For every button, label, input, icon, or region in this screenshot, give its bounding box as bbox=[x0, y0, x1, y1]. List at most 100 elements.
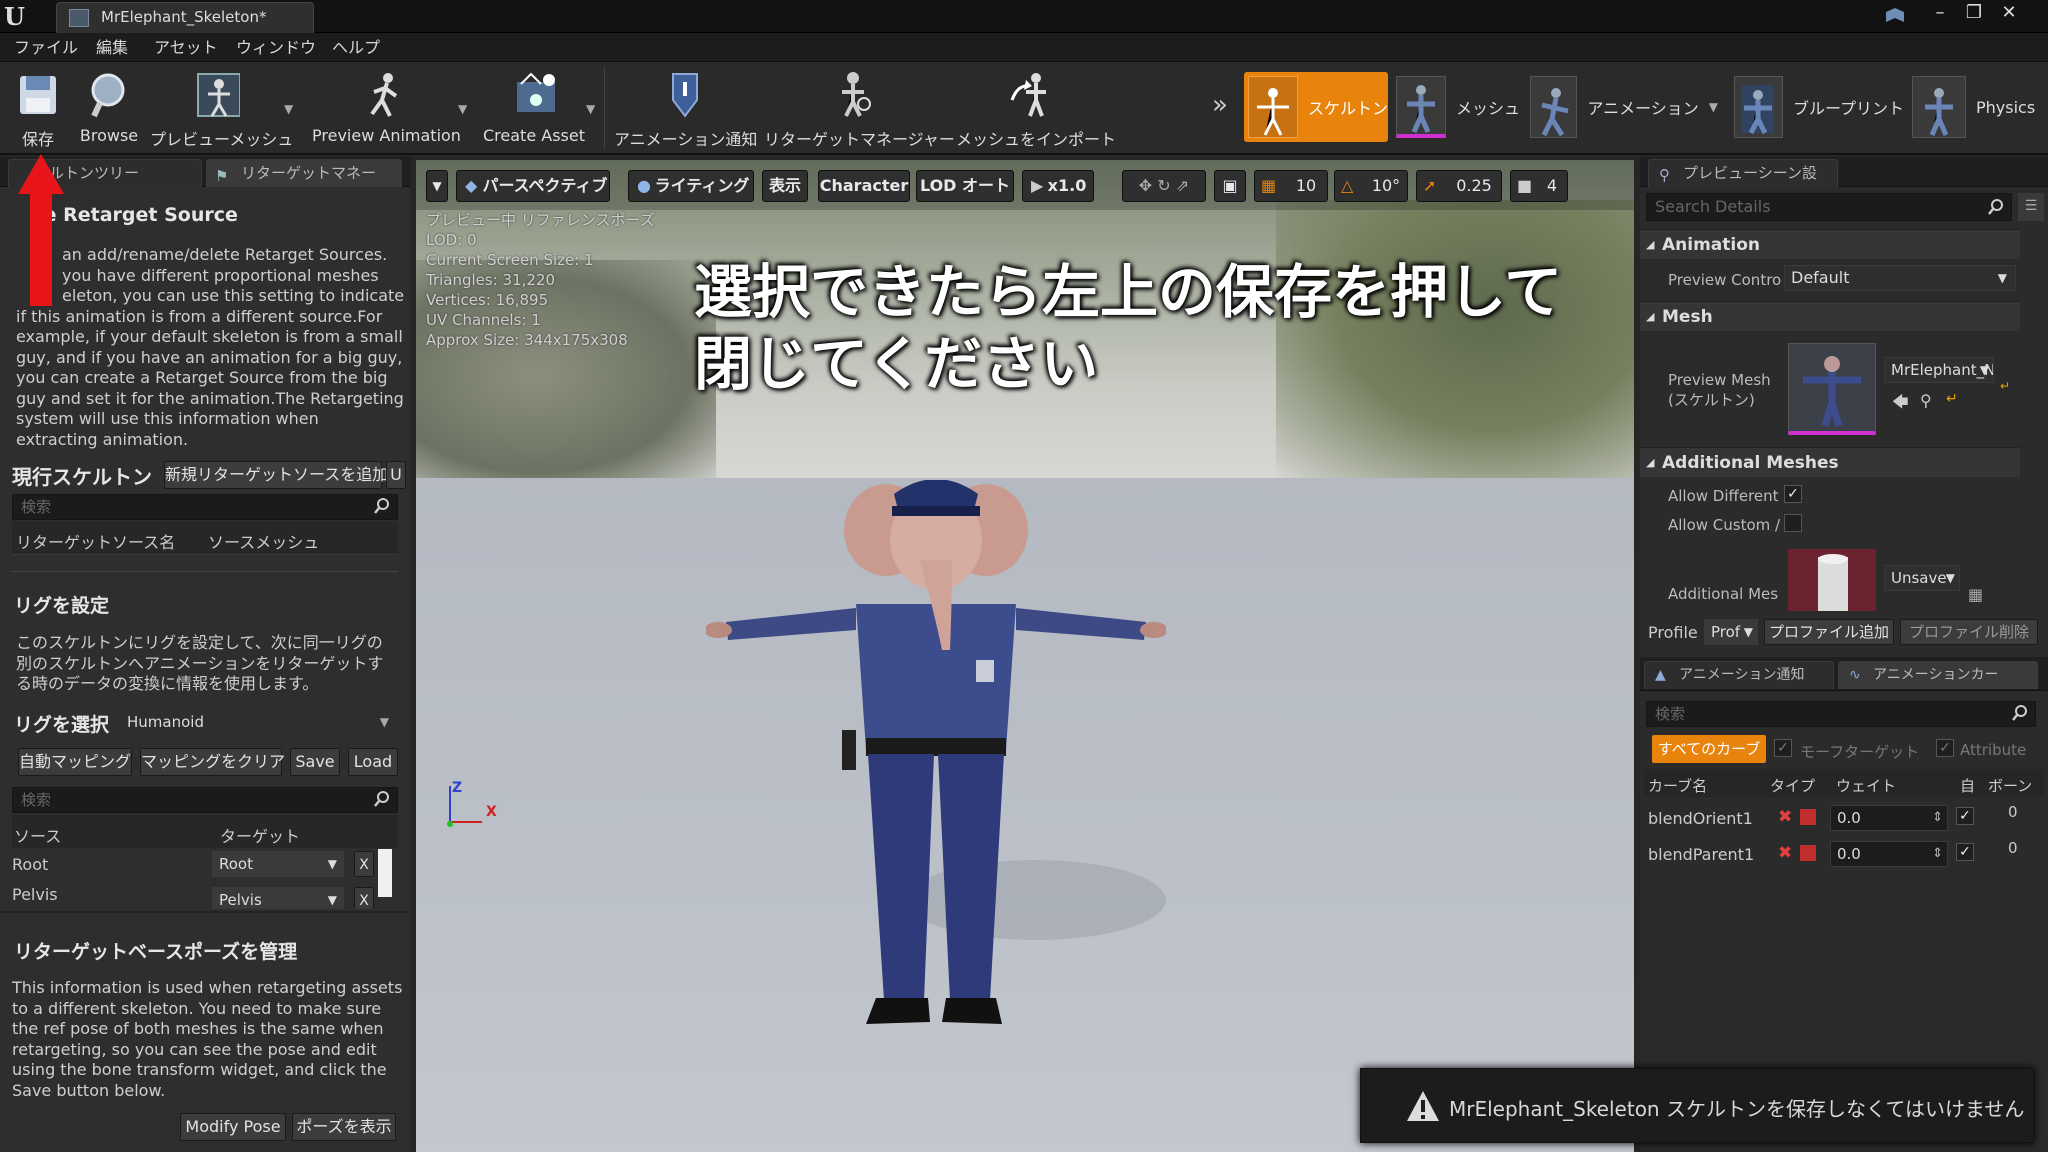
minimize-icon[interactable]: – bbox=[1926, 2, 1954, 26]
restore-icon[interactable]: ❐ bbox=[1960, 2, 1988, 26]
curve-search-input[interactable]: 検索 bbox=[1646, 701, 2036, 727]
title-bar: U MrElephant_Skeleton* – ❐ ✕ bbox=[0, 0, 2048, 33]
show-button[interactable]: 表示 bbox=[762, 170, 808, 202]
bone-search-input[interactable]: 検索 bbox=[12, 787, 398, 813]
mode-animation-button[interactable]: アニメーション ▼ bbox=[1530, 72, 1718, 142]
transform-mode-group[interactable]: ✥ ↻ ⇗ bbox=[1122, 170, 1206, 202]
menu-edit[interactable]: 編集 bbox=[96, 33, 128, 62]
menu-help[interactable]: ヘルプ bbox=[332, 33, 380, 62]
asset-tab[interactable]: MrElephant_Skeleton* bbox=[56, 2, 314, 33]
bone-count: 0 bbox=[2008, 839, 2018, 857]
mode-mesh-button[interactable]: メッシュ bbox=[1396, 72, 1520, 142]
category-animation[interactable]: ◢ Animation bbox=[1640, 229, 2020, 259]
scrollbar-thumb[interactable] bbox=[378, 849, 392, 897]
morph-type-icon: ✖ bbox=[1778, 807, 1793, 827]
details-search-input[interactable]: Search Details bbox=[1646, 193, 2012, 221]
world-local-toggle-icon[interactable]: ▣ bbox=[1214, 170, 1246, 202]
table-row[interactable]: blendParent1 ✖ 0.0 ⇕ ✓ 0 bbox=[1644, 837, 2044, 871]
mode-skeleton-button[interactable]: スケルトン bbox=[1244, 72, 1388, 142]
save-small-icon[interactable]: ▦ bbox=[1968, 585, 1983, 604]
modify-pose-button[interactable]: Modify Pose bbox=[180, 1113, 286, 1141]
viewport[interactable]: ▼ ◆ パースペクティブ ● ライティング 表示 Character LOD オ… bbox=[416, 160, 1634, 1152]
clear-mapping-button[interactable]: マッピングをクリア bbox=[140, 748, 285, 776]
bone-target-select[interactable]: Root ▼ bbox=[212, 851, 344, 877]
playback-speed-button[interactable]: ▶ x1.0 bbox=[1022, 170, 1094, 202]
reset-to-default-icon[interactable]: ↵ bbox=[2000, 379, 2010, 393]
show-pose-button[interactable]: ポーズを表示 bbox=[292, 1113, 396, 1141]
viewport-stat: UV Channels: 1 bbox=[426, 311, 541, 329]
reset-yellow-arrow-icon[interactable]: ↵ bbox=[1946, 391, 1958, 407]
filter-morph-checkbox[interactable]: ✓ bbox=[1774, 739, 1792, 757]
perspective-button[interactable]: ◆ パースペクティブ bbox=[456, 170, 610, 202]
filter-all-curves-button[interactable]: すべてのカーブ bbox=[1652, 735, 1766, 763]
retarget-manager-button[interactable]: リターゲットマネージャー bbox=[764, 62, 955, 155]
import-mesh-button[interactable]: メッシュをインポート bbox=[956, 62, 1116, 155]
clear-target-button[interactable]: X bbox=[354, 887, 374, 909]
use-selected-arrow-icon[interactable]: 🡄 bbox=[1892, 391, 1909, 418]
allow-custom-checkbox[interactable] bbox=[1784, 514, 1802, 532]
bookmark-icon[interactable] bbox=[1884, 6, 1906, 26]
preview-controller-select[interactable]: Default ▼ bbox=[1784, 265, 2016, 291]
auto-checkbox[interactable]: ✓ bbox=[1956, 807, 1974, 825]
browse-button[interactable]: Browse bbox=[76, 62, 142, 155]
bone-source: Pelvis bbox=[12, 885, 58, 904]
camera-speed-button[interactable]: ■ 4 bbox=[1510, 170, 1568, 202]
u-button[interactable]: U bbox=[386, 461, 406, 489]
menu-file[interactable]: ファイル bbox=[14, 33, 78, 62]
tab-preview-scene[interactable]: ⚲ プレビューシーン設 bbox=[1648, 159, 1838, 187]
preview-mesh-button[interactable]: プレビューメッシュ bbox=[150, 62, 293, 155]
mode-physics-button[interactable]: Physics bbox=[1912, 72, 2042, 142]
add-retarget-source-button[interactable]: 新規リターゲットソースを追加 bbox=[164, 461, 388, 489]
close-icon[interactable]: ✕ bbox=[1995, 2, 2023, 26]
rig-setup-line: る時のデータの変換に情報を使用します。 bbox=[16, 674, 319, 693]
grid-snap-button[interactable]: ▦ 10 bbox=[1254, 170, 1328, 202]
rig-select[interactable]: Humanoid ▼ bbox=[120, 709, 396, 735]
menu-asset[interactable]: アセット bbox=[154, 33, 218, 62]
preview-mesh-select[interactable]: MrElephant_N ▼ bbox=[1884, 357, 1994, 383]
rig-save-button[interactable]: Save bbox=[290, 748, 340, 776]
create-asset-button[interactable]: Create Asset bbox=[480, 62, 588, 155]
tab-anim-curves[interactable]: ∿ アニメーションカー bbox=[1838, 661, 2038, 689]
category-mesh[interactable]: ◢ Mesh bbox=[1640, 301, 2020, 331]
overflow-chevron-icon[interactable]: » bbox=[1212, 90, 1228, 120]
preview-animation-dropdown-icon[interactable]: ▼ bbox=[458, 102, 467, 116]
allow-different-checkbox[interactable]: ✓ bbox=[1784, 485, 1802, 503]
clear-target-button[interactable]: X bbox=[354, 851, 374, 877]
rotation-snap-button[interactable]: △ 10° bbox=[1334, 170, 1408, 202]
preview-mesh-dropdown-icon[interactable]: ▼ bbox=[284, 102, 293, 116]
preview-mesh-thumbnail[interactable] bbox=[1788, 343, 1876, 435]
bone-target-select[interactable]: Pelvis ▼ bbox=[212, 887, 344, 909]
view-options-icon[interactable]: ☰ bbox=[2018, 193, 2044, 221]
preview-animation-button[interactable]: Preview Animation bbox=[312, 62, 461, 155]
weight-input[interactable]: 0.0 ⇕ bbox=[1830, 805, 1948, 831]
additional-mesh-thumbnail[interactable] bbox=[1788, 549, 1876, 611]
delete-profile-button[interactable]: プロファイル削除 bbox=[1900, 619, 2038, 645]
viewport-options-dropdown[interactable]: ▼ bbox=[426, 170, 448, 202]
tab-retarget-manager[interactable]: ⚑ リターゲットマネー bbox=[206, 159, 402, 187]
tab-anim-notify[interactable]: ▲ アニメーション通知 bbox=[1644, 661, 1834, 689]
filter-attribute-checkbox[interactable]: ✓ bbox=[1936, 739, 1954, 757]
auto-mapping-button[interactable]: 自動マッピング bbox=[18, 748, 132, 776]
profile-select[interactable]: Prof ▼ bbox=[1704, 619, 1758, 645]
table-row[interactable]: blendOrient1 ✖ 0.0 ⇕ ✓ 0 bbox=[1644, 801, 2044, 835]
rig-load-button[interactable]: Load bbox=[348, 748, 398, 776]
add-profile-button[interactable]: プロファイル追加 bbox=[1764, 619, 1894, 645]
lod-auto-button[interactable]: LOD オート bbox=[916, 170, 1014, 202]
create-asset-dropdown-icon[interactable]: ▼ bbox=[586, 102, 595, 116]
col-auto: 自 bbox=[1960, 777, 1976, 795]
lighting-button[interactable]: ● ライティング bbox=[628, 170, 754, 202]
mode-blueprint-button[interactable]: ブループリント bbox=[1734, 72, 1904, 142]
anim-notify-button[interactable]: アニメーション通知 bbox=[614, 62, 757, 155]
browse-magnifier-icon[interactable]: ⚲ bbox=[1920, 391, 1932, 410]
mode-animation-dropdown-icon[interactable]: ▼ bbox=[1709, 100, 1718, 114]
auto-checkbox[interactable]: ✓ bbox=[1956, 843, 1974, 861]
chevron-down-icon: ▼ bbox=[327, 893, 337, 907]
retarget-search-input[interactable]: 検索 bbox=[12, 494, 398, 520]
character-button[interactable]: Character bbox=[818, 170, 910, 202]
weight-input[interactable]: 0.0 ⇕ bbox=[1830, 841, 1948, 867]
additional-mesh-select[interactable]: Unsave ▼ bbox=[1884, 565, 1960, 591]
category-additional-meshes[interactable]: ◢ Additional Meshes bbox=[1640, 447, 2020, 477]
scale-snap-button[interactable]: ➚ 0.25 bbox=[1416, 170, 1502, 202]
save-button[interactable]: 保存 bbox=[8, 62, 68, 155]
menu-window[interactable]: ウィンドウ bbox=[236, 33, 316, 62]
